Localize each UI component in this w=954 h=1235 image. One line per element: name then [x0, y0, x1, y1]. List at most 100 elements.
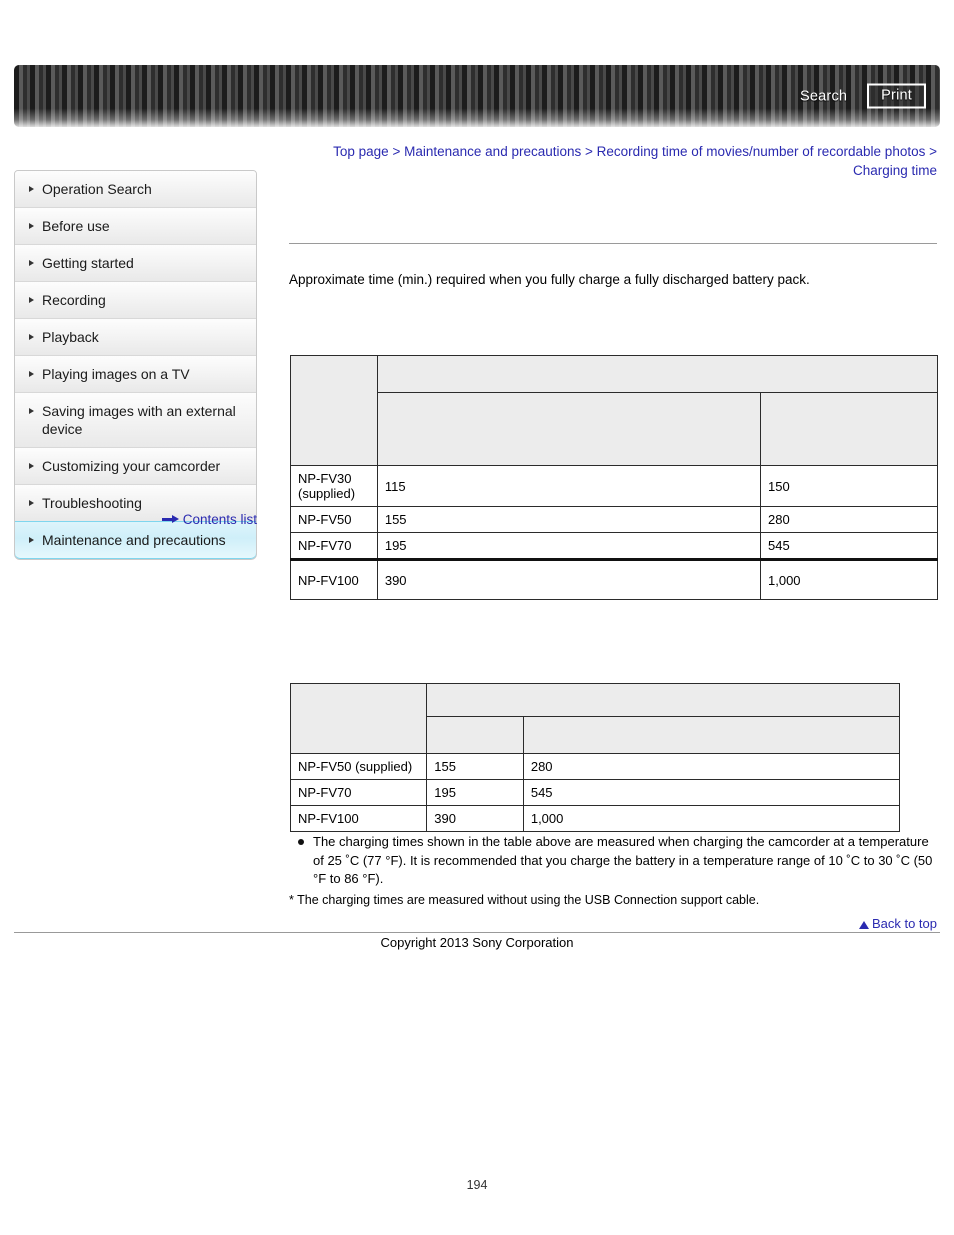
- page-number: 194: [466, 1178, 488, 1192]
- cell-ac-charging-time: 280: [760, 506, 938, 533]
- sidebar-item-label: Troubleshooting: [42, 495, 142, 511]
- sidebar-item-saving-images-external-device[interactable]: Saving images with an external device: [15, 393, 256, 448]
- search-link[interactable]: Search: [800, 88, 847, 104]
- triangle-right-icon: [29, 297, 34, 303]
- header-controls: Search Print: [800, 83, 926, 109]
- table-row: NP-FV30 (supplied) 115 150: [290, 465, 938, 507]
- content-top-divider: [289, 243, 937, 244]
- cell-battery-model: NP-FV100: [289, 805, 428, 832]
- table-header-row-1: [290, 355, 939, 466]
- cell-ac-charging-time: 1,000: [522, 805, 901, 832]
- header-cell-battery-model: [290, 355, 378, 466]
- breadcrumb: Top page > Maintenance and precautions >…: [289, 142, 937, 180]
- sidebar-item-label: Recording: [42, 292, 106, 308]
- sidebar-item-label: Getting started: [42, 255, 134, 271]
- note-item: The charging times shown in the table ab…: [298, 833, 937, 889]
- table-header-row-1: [289, 683, 900, 754]
- table-body: NP-FV30 (supplied) 115 150 NP-FV50 155 2…: [290, 465, 938, 600]
- triangle-right-icon: [29, 463, 34, 469]
- back-to-top-label: Back to top: [871, 916, 937, 931]
- triangle-right-icon: [29, 223, 34, 229]
- footer-divider: [14, 932, 940, 933]
- sidebar-item-label: Before use: [42, 218, 110, 234]
- header-cell-charging-group: [376, 355, 939, 393]
- breadcrumb-separator: >: [585, 144, 593, 159]
- sidebar-navigation: Operation Search Before use Getting star…: [14, 170, 257, 560]
- header-cell-battery-model: [289, 683, 428, 754]
- header-cell-ac-adaptor: [760, 392, 938, 466]
- cell-ac-charging-time: 1,000: [760, 558, 938, 600]
- cell-usb-charging-time: 390: [376, 558, 762, 600]
- table-header: [290, 355, 939, 466]
- sidebar-item-label: Playback: [42, 329, 99, 345]
- triangle-right-icon: [29, 334, 34, 340]
- note-text: The charging times shown in the table ab…: [313, 834, 933, 886]
- breadcrumb-item-recording-time[interactable]: Recording time of movies/number of recor…: [597, 144, 926, 159]
- back-to-top-link[interactable]: Back to top: [289, 916, 937, 931]
- sidebar-item-label: Customizing your camcorder: [42, 458, 221, 474]
- cell-usb-charging-time: 390: [426, 805, 524, 832]
- charging-time-table-1: NP-FV30 (supplied) 115 150 NP-FV50 155 2…: [290, 355, 939, 600]
- contents-list-link[interactable]: Contents list: [14, 512, 257, 527]
- cell-battery-model: NP-FV70: [289, 779, 428, 806]
- cell-usb-charging-time: 195: [376, 532, 762, 560]
- sidebar-item-playback[interactable]: Playback: [15, 319, 256, 356]
- bullet-icon: [298, 839, 304, 845]
- sidebar-item-label: Operation Search: [42, 181, 152, 197]
- table-row: NP-FV50 (supplied) 155 280: [289, 753, 901, 780]
- sidebar-item-label: Saving images with an external device: [42, 403, 236, 437]
- cell-ac-charging-time: 150: [760, 465, 938, 507]
- cell-battery-model: NP-FV70: [290, 532, 378, 560]
- arrow-right-icon: [161, 515, 180, 524]
- triangle-right-icon: [29, 186, 34, 192]
- cell-battery-model: NP-FV100: [290, 558, 378, 600]
- cell-usb-charging-time: 155: [376, 506, 762, 533]
- cell-ac-charging-time: 280: [522, 753, 901, 780]
- sidebar-item-customizing-your-camcorder[interactable]: Customizing your camcorder: [15, 448, 256, 485]
- copyright-text: Copyright 2013 Sony Corporation: [380, 935, 574, 950]
- contents-list-label: Contents list: [182, 512, 257, 527]
- header-cell-usb-charging: [426, 716, 524, 754]
- triangle-right-icon: [29, 260, 34, 266]
- charging-time-table-2: NP-FV50 (supplied) 155 280 NP-FV70 195 5…: [289, 683, 901, 832]
- table-header-row-2: [291, 392, 938, 466]
- triangle-up-icon: [858, 921, 869, 929]
- table-row: NP-FV100 390 1,000: [289, 805, 901, 832]
- footnote-text: * The charging times are measured withou…: [289, 892, 760, 907]
- sidebar-item-playing-images-on-a-tv[interactable]: Playing images on a TV: [15, 356, 256, 393]
- header-cell-ac-adaptor: [522, 716, 901, 754]
- breadcrumb-item-top-page[interactable]: Top page: [333, 144, 389, 159]
- intro-paragraph: Approximate time (min.) required when yo…: [289, 272, 810, 287]
- breadcrumb-separator: >: [929, 144, 937, 159]
- sidebar-item-recording[interactable]: Recording: [15, 282, 256, 319]
- notes-section: The charging times shown in the table ab…: [289, 833, 937, 909]
- table-row: NP-FV100 390 1,000: [290, 558, 938, 600]
- header-cell-usb-charging: [376, 392, 762, 466]
- sidebar-item-getting-started[interactable]: Getting started: [15, 245, 256, 282]
- sidebar-item-operation-search[interactable]: Operation Search: [15, 171, 256, 208]
- site-header-banner: Search Print: [14, 65, 940, 127]
- table-body: NP-FV50 (supplied) 155 280 NP-FV70 195 5…: [289, 753, 901, 832]
- notes-list: The charging times shown in the table ab…: [289, 833, 937, 889]
- sidebar-item-label: Maintenance and precautions: [42, 532, 226, 548]
- breadcrumb-item-maintenance[interactable]: Maintenance and precautions: [404, 144, 581, 159]
- table-row: NP-FV70 195 545: [290, 532, 938, 560]
- cell-battery-model: NP-FV50: [290, 506, 378, 533]
- triangle-right-icon: [29, 500, 34, 506]
- print-button[interactable]: Print: [867, 83, 926, 109]
- header-cell-charging-group: [426, 683, 900, 717]
- breadcrumb-separator: >: [392, 144, 401, 159]
- breadcrumb-item-charging-time[interactable]: Charging time: [853, 163, 937, 178]
- cell-ac-charging-time: 545: [760, 532, 938, 560]
- table-header: [289, 683, 901, 754]
- table-row: NP-FV50 155 280: [290, 506, 938, 533]
- triangle-right-icon: [29, 537, 34, 543]
- triangle-right-icon: [29, 371, 34, 377]
- table-row: NP-FV70 195 545: [289, 779, 901, 806]
- sidebar-item-label: Playing images on a TV: [42, 366, 190, 382]
- sidebar-item-before-use[interactable]: Before use: [15, 208, 256, 245]
- cell-usb-charging-time: 115: [376, 465, 762, 507]
- cell-usb-charging-time: 155: [426, 753, 524, 780]
- cell-battery-model: NP-FV30 (supplied): [290, 465, 378, 507]
- cell-usb-charging-time: 195: [426, 779, 524, 806]
